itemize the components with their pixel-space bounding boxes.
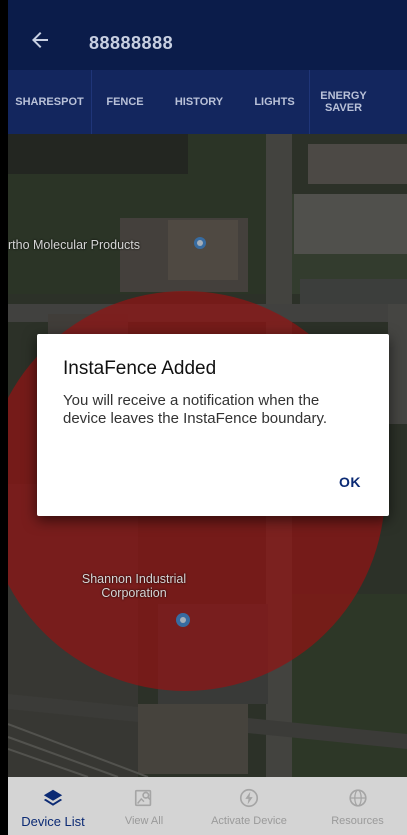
nav-view-all[interactable]: View All [98, 777, 190, 835]
nav-label: Activate Device [211, 815, 287, 827]
bottom-navigation: Device List View All Activate Device Res… [8, 777, 407, 835]
dialog-message: You will receive a notification when the… [63, 392, 328, 427]
nav-label: Device List [21, 814, 85, 829]
layers-icon [43, 789, 63, 806]
app-bar: 88888888 [8, 0, 407, 70]
tab-sharespot[interactable]: SHARESPOT [8, 70, 92, 134]
map-search-icon [134, 789, 152, 807]
tab-history[interactable]: HISTORY [158, 70, 240, 134]
nav-activate-device[interactable]: Activate Device [190, 777, 308, 835]
map-label-shannon-industrial: Shannon Industrial Corporation [81, 572, 187, 600]
arrow-left-icon[interactable] [28, 28, 52, 52]
nav-resources[interactable]: Resources [308, 777, 407, 835]
nav-device-list[interactable]: Device List [8, 777, 98, 835]
ok-button[interactable]: OK [339, 474, 361, 490]
app-screen: 88888888 SHARESPOT FENCE HISTORY LIGHTS … [8, 0, 407, 835]
globe-icon [348, 789, 367, 807]
tab-lights[interactable]: LIGHTS [240, 70, 310, 134]
device-title: 88888888 [89, 33, 174, 53]
lightning-circle-icon [239, 788, 259, 808]
nav-label: View All [124, 815, 164, 827]
map-label-ortho-molecular: rtho Molecular Products [8, 238, 141, 252]
nav-label: Resources [331, 815, 384, 827]
tab-energy-saver[interactable]: ENERGY SAVER [310, 70, 377, 134]
tab-fence[interactable]: FENCE [92, 70, 158, 134]
tab-bar: SHARESPOT FENCE HISTORY LIGHTS ENERGY SA… [8, 70, 407, 134]
dialog-title: InstaFence Added [63, 358, 217, 379]
instafence-dialog: InstaFence Added You will receive a noti… [37, 334, 389, 516]
